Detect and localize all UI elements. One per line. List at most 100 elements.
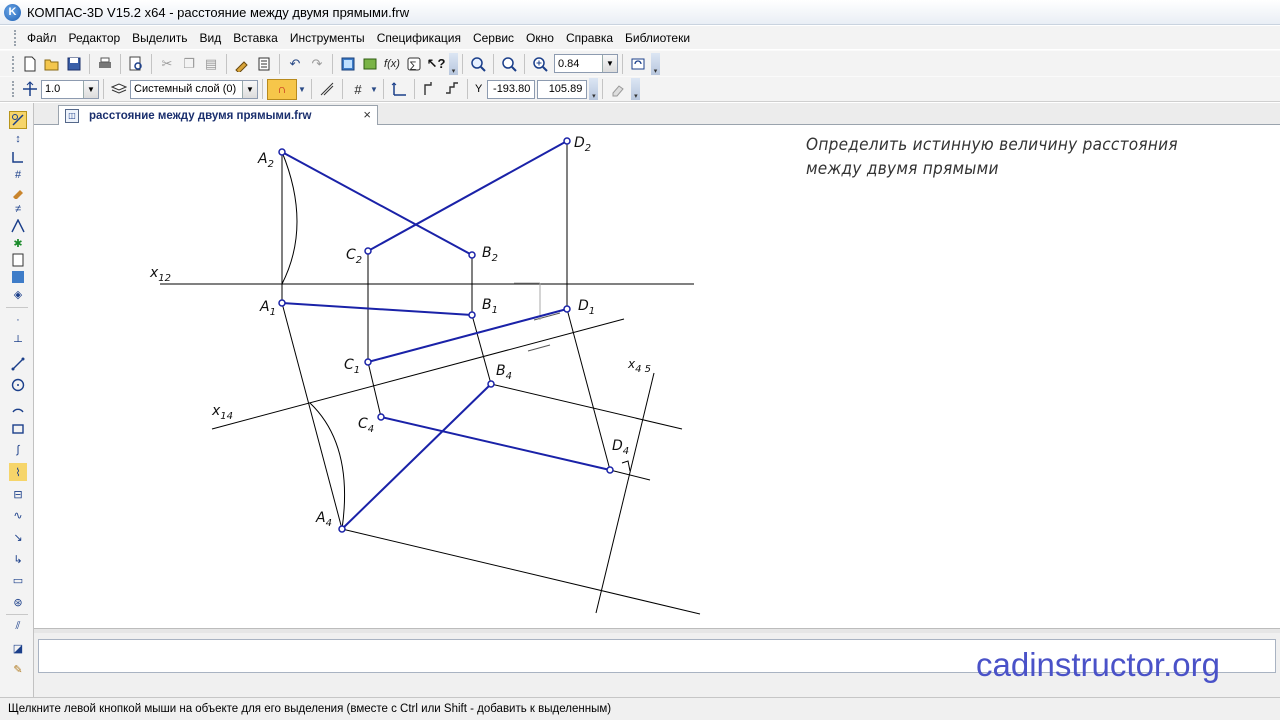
menu-specification[interactable]: Спецификация <box>371 31 467 45</box>
arc-tool-icon[interactable] <box>9 398 27 416</box>
fragment-tool-icon[interactable]: ◈ <box>9 285 27 303</box>
spec-tool-icon[interactable]: ✱ <box>9 234 27 252</box>
cursor-x-field[interactable]: -193.80 <box>487 79 536 99</box>
segment-tool-icon[interactable] <box>9 355 27 373</box>
menu-help[interactable]: Справка <box>560 31 619 45</box>
menu-file[interactable]: Файл <box>21 31 63 45</box>
ellipse-tool-icon[interactable]: ∫ <box>9 441 27 459</box>
spline-tool-icon[interactable]: ∿ <box>9 506 27 524</box>
zoom-in-icon[interactable] <box>529 53 551 75</box>
ortho-mode-icon[interactable] <box>316 78 338 100</box>
refresh-view-icon[interactable] <box>627 53 649 75</box>
reports-tool-icon[interactable] <box>9 251 27 269</box>
layers-icon[interactable] <box>108 78 130 100</box>
menu-grip[interactable] <box>14 29 17 46</box>
snap-dropdown-icon[interactable]: ▼ <box>297 78 307 100</box>
cut-icon[interactable]: ✂ <box>156 53 178 75</box>
zoom-level-select[interactable]: 0.84 ▼ <box>554 54 618 73</box>
label-c4: C4 <box>358 416 374 435</box>
save-icon[interactable] <box>63 53 85 75</box>
menu-libraries[interactable]: Библиотеки <box>619 31 696 45</box>
cursor-y-field[interactable]: 105.89 <box>537 79 588 99</box>
auxiliary-line-tool-icon[interactable]: ┴ <box>9 333 27 351</box>
properties-brush-icon[interactable] <box>231 53 253 75</box>
edit-tool-icon[interactable]: # <box>9 166 27 184</box>
local-coords-icon[interactable] <box>19 78 41 100</box>
drawing-canvas[interactable]: A2 B2 C2 D2 A1 B1 C1 D1 A4 B4 C4 D4 x12 … <box>34 125 1280 628</box>
menu-select[interactable]: Выделить <box>126 31 193 45</box>
axis-x45 <box>595 372 655 614</box>
fillet-tool-icon[interactable]: ↘ <box>9 528 27 546</box>
grid-dropdown-icon[interactable]: ▼ <box>369 78 379 100</box>
menu-window[interactable]: Окно <box>520 31 560 45</box>
rectangle-tool-icon[interactable] <box>9 420 27 438</box>
open-folder-icon[interactable] <box>41 53 63 75</box>
document-tab[interactable]: ◫ расстояние между двумя прямыми.frw × <box>58 105 378 125</box>
print-preview-icon[interactable] <box>125 53 147 75</box>
toolbar-grip[interactable] <box>12 55 15 72</box>
hatch-region-tool-icon[interactable]: ▭ <box>9 571 27 589</box>
toolbar-overflow[interactable]: ▾ <box>651 52 660 75</box>
cursor-y-value: 105.89 <box>548 83 583 95</box>
undo-icon[interactable]: ↶ <box>284 53 306 75</box>
toolbar-overflow[interactable]: ▾ <box>631 78 641 100</box>
menu-view[interactable]: Вид <box>194 31 228 45</box>
calculator-icon[interactable]: ∑ <box>403 53 425 75</box>
hatch-tool-icon[interactable]: ⫽ <box>9 617 27 635</box>
measure-tool-icon[interactable]: ≠ <box>9 200 27 218</box>
drawing-svg[interactable]: A2 B2 C2 D2 A1 B1 C1 D1 A4 B4 C4 D4 x12 … <box>34 125 1280 628</box>
close-icon[interactable]: × <box>363 107 371 122</box>
kompas-app-icon[interactable]: K <box>4 3 21 21</box>
library-manager-icon[interactable] <box>359 53 381 75</box>
toolbar-separator <box>103 79 104 99</box>
paste-icon[interactable]: ▤ <box>200 53 222 75</box>
chevron-down-icon[interactable]: ▼ <box>602 55 617 72</box>
line-scale-select[interactable]: 1.0 ▼ <box>41 79 99 99</box>
grid-icon[interactable]: # <box>347 78 369 100</box>
redo-icon[interactable]: ↷ <box>306 53 328 75</box>
designations-tool-icon[interactable] <box>9 148 27 166</box>
dimensions-tool-icon[interactable]: ↕ <box>9 130 27 148</box>
toolbar-overflow[interactable]: ▾ <box>449 52 458 75</box>
segment-a2b2 <box>281 151 473 256</box>
fill-tool-icon[interactable]: ◪ <box>9 639 27 657</box>
zoom-dynamic-icon[interactable] <box>498 53 520 75</box>
variables-fx-icon[interactable]: f(x) <box>381 53 403 75</box>
parametrization-tool-icon[interactable] <box>9 183 27 201</box>
toolbar-grip[interactable] <box>12 81 15 97</box>
point-a1 <box>278 299 286 307</box>
print-icon[interactable] <box>94 53 116 75</box>
list-icon[interactable] <box>253 53 275 75</box>
insert-tool-icon[interactable] <box>9 268 27 286</box>
geometry-tool-icon[interactable] <box>9 111 27 129</box>
equidistant-tool-icon[interactable]: ⊛ <box>9 593 27 611</box>
layer-select[interactable]: Системный слой (0) ▼ <box>130 79 258 99</box>
contour-tool-icon[interactable]: ⊟ <box>9 485 27 503</box>
cursor-step-icon[interactable] <box>441 78 463 100</box>
brush-tool-icon[interactable]: ✎ <box>9 660 27 678</box>
round-coords-icon[interactable] <box>419 78 441 100</box>
menu-tools[interactable]: Инструменты <box>284 31 371 45</box>
menu-editor[interactable]: Редактор <box>63 31 127 45</box>
task-note: Определить истинную величину расстояния … <box>806 133 1178 181</box>
chevron-down-icon[interactable]: ▼ <box>242 80 257 98</box>
chamfer-tool-icon[interactable]: ↳ <box>9 550 27 568</box>
select-tool-icon[interactable] <box>9 217 27 235</box>
snap-magnet-icon[interactable]: ∩ <box>267 78 297 100</box>
menu-service[interactable]: Сервис <box>467 31 520 45</box>
chevron-down-icon[interactable]: ▼ <box>83 80 98 98</box>
point-tool-icon[interactable]: · <box>9 311 27 329</box>
eraser-icon[interactable] <box>607 78 629 100</box>
copy-icon[interactable]: ❐ <box>178 53 200 75</box>
coordinate-axes-icon[interactable] <box>388 78 410 100</box>
circle-tool-icon[interactable] <box>9 376 27 394</box>
new-document-icon[interactable] <box>19 53 41 75</box>
point-c1 <box>364 358 372 366</box>
link-line <box>490 383 683 430</box>
zoom-window-icon[interactable] <box>467 53 489 75</box>
manager-icon[interactable] <box>337 53 359 75</box>
toolbar-overflow[interactable]: ▾ <box>589 78 599 100</box>
menu-insert[interactable]: Вставка <box>227 31 284 45</box>
help-pointer-icon[interactable]: ↖? <box>425 53 447 75</box>
polyline-tool-icon[interactable]: ⌇ <box>9 463 27 481</box>
